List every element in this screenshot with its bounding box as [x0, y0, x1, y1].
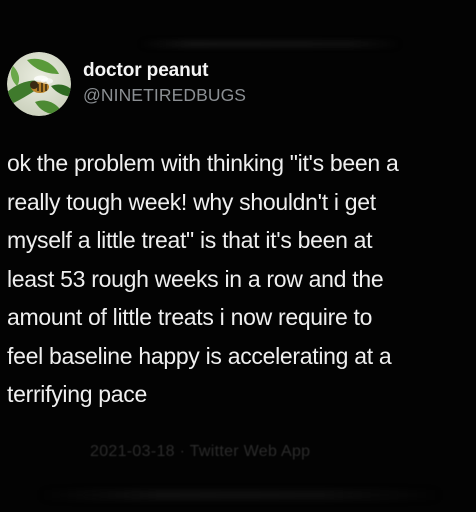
- tweet-card: doctor peanut @NINETIREDBUGS ok the prob…: [0, 0, 476, 512]
- avatar-bee-on-leaves-icon: [7, 52, 71, 116]
- author-names: doctor peanut @NINETIREDBUGS: [83, 60, 246, 106]
- tweet-timestamp: 2021-03-18 · Twitter Web App: [90, 443, 311, 460]
- tweet-text: ok the problem with thinking "it's been …: [7, 150, 399, 407]
- user-handle[interactable]: @NINETIREDBUGS: [83, 84, 246, 106]
- tweet-header: doctor peanut @NINETIREDBUGS: [7, 52, 246, 116]
- faded-artifact-top: [140, 40, 400, 48]
- avatar[interactable]: [7, 52, 71, 116]
- faded-artifact-bottom: [40, 490, 440, 500]
- display-name[interactable]: doctor peanut: [83, 60, 246, 82]
